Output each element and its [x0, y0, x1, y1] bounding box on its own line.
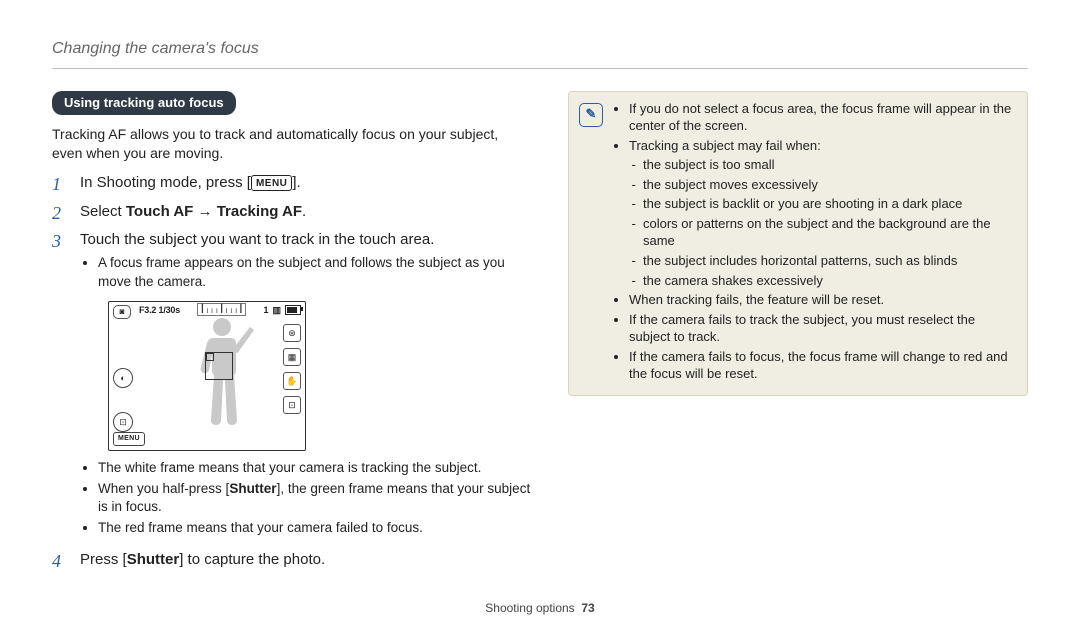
- camera-screen-illustration: ◙ F3.2 1/30s ┃╷╷╷┃╷╷╷┃ 1 ▥ ◐ ⊡ MENU: [108, 301, 306, 451]
- text: In Shooting mode, press [: [80, 174, 251, 191]
- bold-text: Shutter: [127, 551, 180, 568]
- bold-text: Tracking AF: [217, 203, 302, 220]
- steps-list: 1 In Shooting mode, press [MENU]. 2 Sele…: [52, 173, 532, 572]
- flash-icon: ⊛: [283, 324, 301, 342]
- frame-count: 1: [263, 304, 268, 316]
- list-item: If the camera fails to track the subject…: [629, 311, 1017, 346]
- note-box: ✎ If you do not select a focus area, the…: [568, 91, 1028, 396]
- list-item: the subject is too small: [643, 156, 1017, 174]
- list-item: colors or patterns on the subject and th…: [643, 215, 1017, 250]
- right-column: ✎ If you do not select a focus area, the…: [568, 91, 1028, 579]
- step-body: Select Touch AF → Tracking AF.: [80, 202, 532, 225]
- list-item: The white frame means that your camera i…: [98, 459, 532, 477]
- list-item: The red frame means that your camera fai…: [98, 519, 532, 537]
- left-circle-icon: ◐: [113, 368, 133, 388]
- step-number: 2: [52, 202, 66, 225]
- step-2: 2 Select Touch AF → Tracking AF.: [52, 202, 532, 225]
- footer-page-number: 73: [581, 601, 594, 615]
- step-number: 4: [52, 550, 66, 573]
- text: Press [: [80, 551, 127, 568]
- note-sublist: the subject is too small the subject mov…: [629, 156, 1017, 289]
- step-body: In Shooting mode, press [MENU].: [80, 173, 532, 196]
- step-body: Press [Shutter] to capture the photo.: [80, 550, 532, 573]
- text: Tracking a subject may fail when:: [629, 138, 821, 153]
- text: .: [302, 203, 306, 220]
- step-body: Touch the subject you want to track in t…: [80, 230, 532, 544]
- text: Touch the subject you want to track in t…: [80, 231, 434, 248]
- stabilize-icon: ✋: [283, 372, 301, 390]
- text: ] to capture the photo.: [179, 551, 325, 568]
- note-icon: ✎: [579, 103, 603, 127]
- focus-frame-icon: [205, 352, 233, 380]
- subsection-tag: Using tracking auto focus: [52, 91, 236, 116]
- page-footer: Shooting options 73: [0, 600, 1080, 616]
- list-item: the subject is backlit or you are shooti…: [643, 195, 1017, 213]
- bold-text: Touch AF: [126, 203, 194, 220]
- step-sublist: A focus frame appears on the subject and…: [80, 254, 532, 290]
- list-item: If you do not select a focus area, the f…: [629, 100, 1017, 135]
- frame-notes-list: The white frame means that your camera i…: [80, 459, 532, 538]
- step-4: 4 Press [Shutter] to capture the photo.: [52, 550, 532, 573]
- mode-icon: ◙: [113, 305, 131, 319]
- text: When you half-press [: [98, 481, 229, 496]
- list-item: the subject moves excessively: [643, 176, 1017, 194]
- step-3: 3 Touch the subject you want to track in…: [52, 230, 532, 544]
- sd-icon: ▥: [272, 304, 281, 316]
- menu-icon: MENU: [251, 175, 292, 192]
- columns: Using tracking auto focus Tracking AF al…: [52, 91, 1028, 579]
- page: Changing the camera's focus Using tracki…: [0, 0, 1080, 630]
- list-item: If the camera fails to focus, the focus …: [629, 348, 1017, 383]
- bold-text: Shutter: [229, 481, 276, 496]
- list-item: the camera shakes excessively: [643, 272, 1017, 290]
- page-header: Changing the camera's focus: [52, 38, 1028, 60]
- menu-button-icon: MENU: [113, 432, 145, 445]
- list-item: Tracking a subject may fail when: the su…: [629, 137, 1017, 289]
- text: →: [193, 203, 216, 220]
- step-number: 1: [52, 173, 66, 196]
- footer-section: Shooting options: [485, 601, 574, 615]
- top-right-status: 1 ▥: [263, 304, 301, 316]
- header-rule: [52, 68, 1028, 69]
- text: ].: [292, 174, 300, 191]
- list-item: the subject includes horizontal patterns…: [643, 252, 1017, 270]
- size-icon: ▦: [283, 348, 301, 366]
- step-number: 3: [52, 230, 66, 544]
- left-column: Using tracking auto focus Tracking AF al…: [52, 91, 532, 579]
- battery-icon: [285, 305, 301, 315]
- list-item: When tracking fails, the feature will be…: [629, 291, 1017, 309]
- text: Select: [80, 203, 126, 220]
- left-circle-icon: ⊡: [113, 412, 133, 432]
- note-list: If you do not select a focus area, the f…: [613, 100, 1017, 385]
- list-item: A focus frame appears on the subject and…: [98, 254, 532, 290]
- exposure-readout: F3.2 1/30s: [139, 304, 180, 316]
- af-icon: ⊡: [283, 396, 301, 414]
- list-item: When you half-press [Shutter], the green…: [98, 480, 532, 516]
- subsection-lead: Tracking AF allows you to track and auto…: [52, 125, 532, 163]
- right-icon-column: ⊛ ▦ ✋ ⊡: [283, 324, 301, 414]
- step-1: 1 In Shooting mode, press [MENU].: [52, 173, 532, 196]
